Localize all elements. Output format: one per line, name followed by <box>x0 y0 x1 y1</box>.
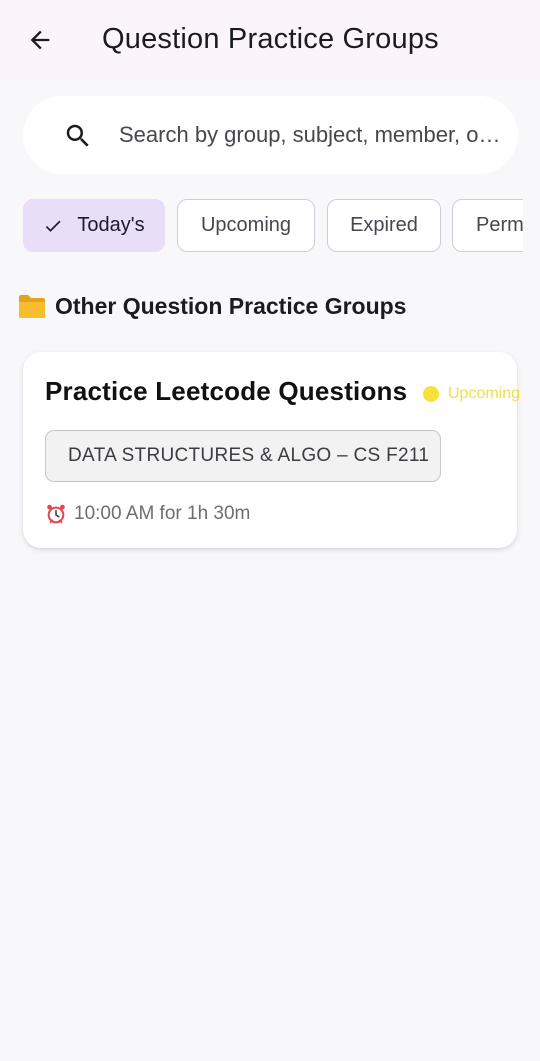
filter-chip-label: Perm <box>476 214 523 236</box>
filter-chip-label: Upcoming <box>200 214 292 236</box>
section-title: Other Question Practice Groups <box>55 292 407 319</box>
group-card[interactable]: Practice Leetcode Questions Upcoming DAT… <box>23 352 520 548</box>
status-badge: Upcoming <box>423 384 520 404</box>
filter-chip-permanent[interactable]: Perm <box>452 199 523 252</box>
filter-chip-expired[interactable]: Expired <box>327 199 441 252</box>
search-icon <box>66 124 89 147</box>
filter-chips: Today's Upcoming Expired Perm <box>23 199 523 252</box>
section-header: Other Question Practice Groups <box>17 288 406 324</box>
back-button[interactable] <box>22 22 58 58</box>
folder-icon <box>19 295 45 318</box>
page-title: Question Practice Groups <box>102 23 439 55</box>
filter-chip-label: Expired <box>350 214 418 236</box>
arrow-left-icon <box>30 30 50 50</box>
status-text: Upcoming <box>448 385 521 402</box>
status-dot-icon <box>423 386 439 402</box>
search-bar[interactable] <box>23 96 519 174</box>
filter-chip-label: Today's <box>77 214 145 236</box>
subject-chip[interactable]: DATA STRUCTURES & ALGO – CS F211 <box>45 430 441 482</box>
app-bar: Question Practice Groups <box>0 0 540 80</box>
check-icon <box>43 216 63 236</box>
time-row: 10:00 AM for 1h 30m <box>45 501 250 527</box>
group-title: Practice Leetcode Questions <box>45 376 408 406</box>
time-text: 10:00 AM for 1h 30m <box>74 503 251 524</box>
filter-chip-todays[interactable]: Today's <box>23 199 165 252</box>
filter-chip-upcoming[interactable]: Upcoming <box>177 199 315 252</box>
search-input[interactable] <box>119 120 519 150</box>
alarm-clock-icon <box>47 504 65 524</box>
